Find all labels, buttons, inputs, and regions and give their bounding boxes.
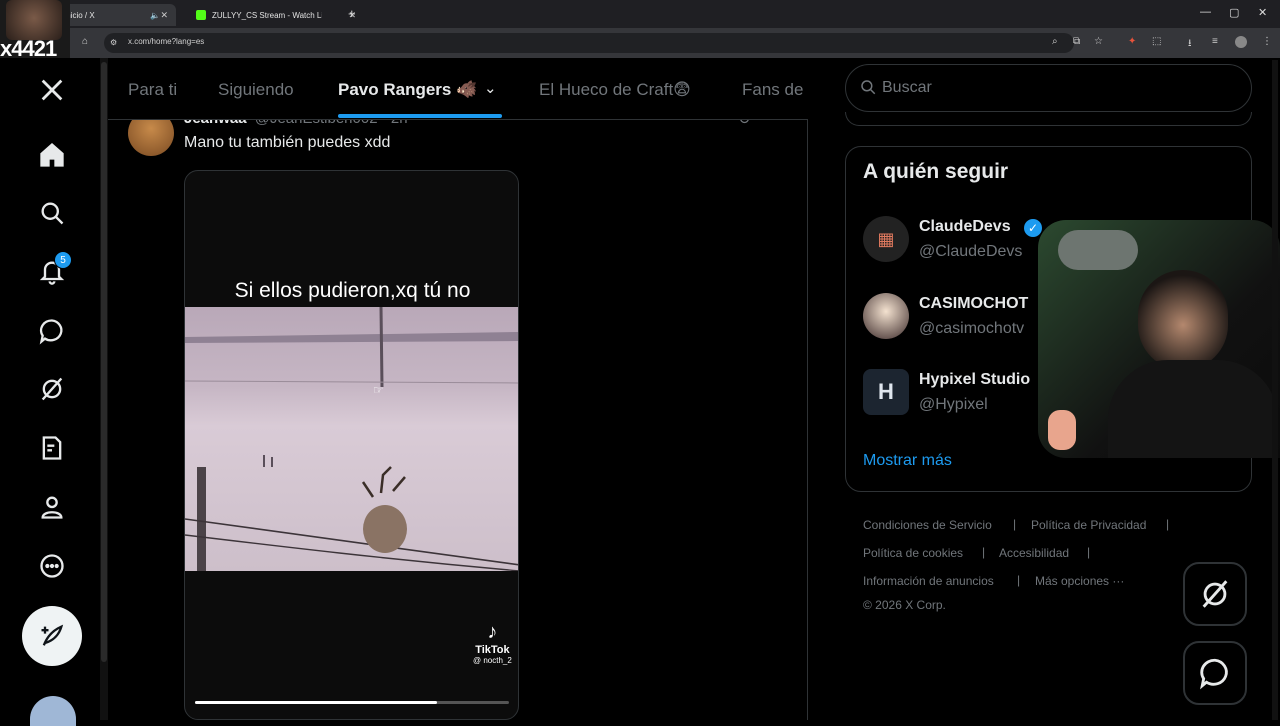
streamer-webcam-overlay bbox=[1038, 220, 1280, 458]
message-bubble-icon bbox=[1200, 658, 1228, 690]
grok-button[interactable] bbox=[1183, 562, 1247, 626]
new-tab-button[interactable]: + bbox=[348, 6, 356, 21]
search-icon bbox=[859, 78, 877, 101]
claude-crab-icon: ▦ bbox=[877, 228, 895, 249]
account-handle: @ClaudeDevs bbox=[919, 243, 1023, 260]
footer-link-terms[interactable]: Condiciones de Servicio bbox=[863, 518, 992, 532]
footer-link-more-options[interactable]: Más opciones ··· bbox=[1035, 574, 1124, 588]
messages-icon[interactable] bbox=[34, 313, 70, 349]
tiktok-logo-icon: ♪ bbox=[487, 621, 498, 643]
post-text: Mano tu también puedes xdd bbox=[184, 134, 391, 151]
footer-link-accessibility[interactable]: Accesibilidad bbox=[999, 546, 1069, 560]
install-icon[interactable]: ⧉ bbox=[1073, 36, 1080, 47]
compose-post-button[interactable] bbox=[22, 606, 82, 666]
active-tab-indicator bbox=[338, 114, 502, 118]
tiktok-handle: @ nocth_2 bbox=[473, 656, 512, 665]
tab-pavo-rangers[interactable]: Pavo Rangers 🐗 bbox=[338, 80, 477, 100]
account-name[interactable]: CASIMOCHOT bbox=[919, 295, 1028, 313]
avatar[interactable]: H bbox=[863, 369, 909, 415]
tiktok-watermark: ♪ TikTok @ nocth_2 bbox=[473, 621, 512, 665]
browser-tab-x[interactable]: Inicio / X 🔈 ✕ bbox=[56, 4, 176, 26]
tiktok-label: TikTok bbox=[475, 644, 510, 656]
avatar[interactable] bbox=[863, 293, 909, 339]
webcam-background-objects bbox=[1058, 230, 1138, 270]
avatar[interactable]: ▦ bbox=[863, 216, 909, 262]
notifications-badge: 5 bbox=[54, 251, 72, 269]
grok-icon[interactable] bbox=[34, 371, 70, 407]
profile-icon[interactable] bbox=[34, 489, 70, 525]
tab-siguiendo[interactable]: Siguiendo bbox=[218, 80, 294, 100]
pet-figurine bbox=[1048, 410, 1076, 450]
footer-separator: | bbox=[1166, 517, 1170, 531]
streamer-face bbox=[6, 0, 62, 40]
home-icon[interactable] bbox=[34, 137, 70, 173]
video-caption: Si ellos pudieron,xq tú no bbox=[234, 279, 471, 302]
mute-icon[interactable]: 🔈 bbox=[150, 11, 160, 20]
streamer-body bbox=[1108, 360, 1278, 458]
chevron-down-icon[interactable]: ⌄ bbox=[484, 79, 497, 97]
tab-fans-de[interactable]: Fans de bbox=[742, 80, 806, 100]
zoom-icon[interactable]: ⌕ bbox=[1052, 36, 1058, 47]
maximize-button[interactable]: ▢ bbox=[1229, 6, 1239, 19]
media-icon[interactable]: ≡ bbox=[1212, 36, 1218, 47]
more-icon[interactable] bbox=[34, 548, 70, 584]
home-icon[interactable]: ⌂ bbox=[82, 36, 88, 47]
video-progress-bar[interactable] bbox=[195, 701, 509, 704]
post-video[interactable]: Si ellos pudieron,xq tú no ☞ ♪ TikTok @ … bbox=[184, 170, 519, 720]
account-handle: @casimochotv bbox=[919, 320, 1025, 337]
show-more-link[interactable]: Mostrar más bbox=[863, 452, 952, 470]
stream-overlay: x4421 bbox=[0, 0, 70, 64]
hypixel-logo-icon: H bbox=[878, 379, 894, 404]
browser-menu-icon[interactable]: ⋮ bbox=[1262, 36, 1272, 47]
snow-field-scene bbox=[185, 306, 518, 572]
video-frame bbox=[185, 306, 518, 572]
x-logo-icon[interactable] bbox=[34, 72, 70, 108]
account-name[interactable]: Hypixel Studio bbox=[919, 371, 1030, 389]
feather-icon bbox=[41, 624, 64, 646]
footer-separator: | bbox=[982, 545, 986, 559]
kick-icon bbox=[196, 10, 206, 20]
footer-link-cookies[interactable]: Política de cookies bbox=[863, 546, 963, 560]
puzzle-icon[interactable]: ⬚ bbox=[1152, 36, 1161, 47]
messages-button[interactable] bbox=[1183, 641, 1247, 705]
tab-para-ti[interactable]: Para ti bbox=[128, 80, 177, 100]
streamer-head bbox=[1138, 270, 1228, 370]
footer-copyright: © 2026 X Corp. bbox=[863, 598, 946, 612]
site-info-icon[interactable]: ⚙ bbox=[110, 38, 117, 47]
browser-tab-stream[interactable]: ZULLYY_CS Stream - Watch Live ✕ bbox=[188, 4, 364, 26]
minimize-button[interactable]: — bbox=[1200, 6, 1211, 18]
who-to-follow-title: A quién seguir bbox=[863, 160, 1009, 183]
footer-separator: | bbox=[1017, 573, 1021, 587]
close-icon[interactable]: ✕ bbox=[160, 10, 168, 21]
footer-link-privacy[interactable]: Política de Privacidad bbox=[1031, 518, 1146, 532]
account-avatar[interactable] bbox=[30, 696, 76, 726]
account-name[interactable]: ClaudeDevs bbox=[919, 218, 1011, 236]
video-progress-fill bbox=[195, 701, 437, 704]
search-placeholder: Buscar bbox=[882, 79, 932, 96]
footer-separator: | bbox=[1013, 517, 1017, 531]
profile-avatar-icon[interactable] bbox=[1235, 36, 1247, 48]
lists-icon[interactable] bbox=[34, 430, 70, 466]
bookmark-star-icon[interactable]: ☆ bbox=[1094, 36, 1103, 47]
verified-badge-icon: ✓ bbox=[1024, 219, 1042, 237]
tab-hueco-de-craft[interactable]: El Hueco de Craft😨 bbox=[539, 80, 691, 100]
address-bar[interactable] bbox=[104, 33, 1074, 53]
browser-tab-label: ZULLYY_CS Stream - Watch Live bbox=[212, 10, 322, 20]
download-icon[interactable]: ⭳ bbox=[1188, 36, 1192, 53]
url-text: x.com/home?lang=es bbox=[128, 37, 205, 46]
right-scrollbar[interactable] bbox=[1272, 60, 1278, 720]
footer-link-ads-info[interactable]: Información de anuncios bbox=[863, 574, 994, 588]
mouse-cursor-icon: ☞ bbox=[373, 383, 384, 397]
footer-separator: | bbox=[1087, 545, 1091, 559]
account-handle: @Hypixel bbox=[919, 396, 988, 413]
window-close-button[interactable]: ✕ bbox=[1258, 6, 1267, 19]
extension-icon[interactable]: ✦ bbox=[1128, 36, 1136, 47]
page-scrollbar[interactable] bbox=[100, 58, 108, 720]
grok-icon bbox=[1202, 580, 1228, 608]
trends-card-edge bbox=[845, 112, 1252, 126]
search-icon[interactable] bbox=[34, 195, 70, 231]
browser-tab-strip: Inicio / X 🔈 ✕ ZULLYY_CS Stream - Watch … bbox=[0, 0, 1280, 28]
